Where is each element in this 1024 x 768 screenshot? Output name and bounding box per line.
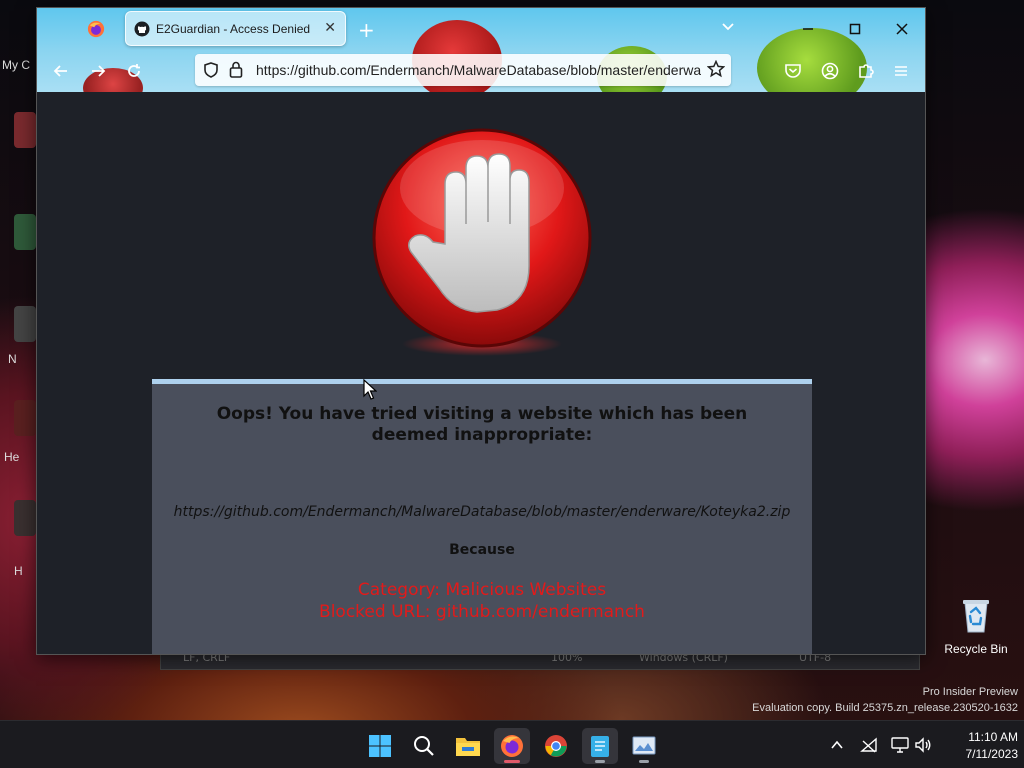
monitor-icon: [891, 737, 909, 753]
close-tab-icon[interactable]: ✕: [324, 20, 336, 36]
recycle-bin[interactable]: Recycle Bin: [940, 596, 1012, 656]
show-hidden-icons-button[interactable]: [828, 736, 846, 754]
firefox-icon: [501, 735, 523, 757]
stop-hand-icon: [372, 128, 592, 356]
chrome-icon: [545, 735, 567, 757]
close-icon: [896, 23, 908, 35]
file-explorer-button[interactable]: [450, 728, 486, 764]
folder-icon: [456, 738, 480, 756]
search-icon: [414, 736, 434, 756]
blocked-url-text: https://github.com/Endermanch/MalwareDat…: [173, 504, 791, 520]
notepad-icon: [591, 736, 609, 757]
browser-window: E2Guardian - Access Denied ✕ + https://g…: [36, 7, 926, 655]
network-status-button[interactable]: [860, 736, 878, 754]
forward-arrow-icon: [92, 65, 106, 77]
notepad-taskbar-button[interactable]: [582, 728, 618, 764]
recycle-bin-label: Recycle Bin: [944, 642, 1008, 656]
clock[interactable]: 11:10 AM 7/11/2023: [940, 729, 1019, 763]
browser-toolbar-area: E2Guardian - Access Denied ✕ + https://g…: [37, 8, 925, 92]
close-window-button[interactable]: [882, 16, 922, 42]
maximize-button[interactable]: [835, 16, 875, 42]
active-indicator: [504, 760, 520, 763]
pocket-button[interactable]: [782, 60, 804, 82]
chrome-taskbar-button[interactable]: [538, 728, 574, 764]
desktop-label: He: [4, 450, 20, 464]
firefox-taskbar-button[interactable]: [494, 728, 530, 764]
url-text[interactable]: https://github.com/Endermanch/MalwareDat…: [256, 62, 701, 78]
display-button[interactable]: [891, 736, 909, 754]
running-indicator: [595, 760, 605, 763]
tab-e2guardian[interactable]: E2Guardian - Access Denied ✕: [125, 11, 346, 46]
block-message: Oops! You have tried visiting a website …: [216, 404, 748, 445]
paint-taskbar-button[interactable]: [626, 728, 662, 764]
extensions-button[interactable]: [855, 60, 877, 82]
running-indicator: [639, 760, 649, 763]
speaker-icon: [915, 737, 931, 753]
watermark-line: Evaluation copy. Build 25375.zn_release.…: [752, 702, 1018, 714]
reload-button[interactable]: [123, 60, 145, 82]
desktop-label: H: [14, 564, 23, 578]
desktop-icon[interactable]: [14, 306, 36, 342]
watermark-line: Pro Insider Preview: [922, 686, 1018, 698]
github-icon: [134, 21, 150, 37]
desktop-label: My C: [2, 58, 30, 72]
back-arrow-icon: [53, 65, 67, 77]
block-page: Oops! You have tried visiting a website …: [37, 92, 925, 654]
address-bar[interactable]: https://github.com/Endermanch/MalwareDat…: [195, 54, 731, 86]
desktop-icon[interactable]: [14, 500, 36, 536]
taskbar: 11:10 AM 7/11/2023: [0, 720, 1024, 768]
minimize-button[interactable]: [788, 16, 828, 42]
pocket-icon: [785, 64, 801, 78]
because-label: Because: [449, 542, 515, 558]
start-button[interactable]: [362, 728, 398, 764]
volume-button[interactable]: [914, 736, 932, 754]
clock-date: 7/11/2023: [965, 747, 1019, 761]
tracking-protection-shield-icon[interactable]: [203, 62, 219, 78]
clock-time: 11:10 AM: [968, 730, 1018, 744]
desktop-icon[interactable]: [14, 400, 36, 436]
block-category: Category: Malicious Websites: [357, 580, 607, 600]
tab-strip: E2Guardian - Access Denied ✕ +: [37, 8, 925, 50]
hamburger-menu-icon: [895, 66, 907, 76]
network-offline-icon: [860, 737, 877, 753]
chevron-up-icon: [831, 740, 843, 749]
back-button[interactable]: [50, 60, 72, 82]
firefox-view-icon[interactable]: [87, 20, 105, 38]
minimize-icon: [803, 28, 813, 30]
recycle-bin-icon: [963, 600, 989, 633]
navigation-bar: https://github.com/Endermanch/MalwareDat…: [37, 50, 925, 92]
message-panel: Oops! You have tried visiting a website …: [152, 379, 812, 654]
lock-icon[interactable]: [229, 61, 243, 78]
reload-icon: [128, 64, 140, 77]
mouse-cursor-icon: [363, 379, 377, 400]
bookmark-star-icon[interactable]: [707, 60, 725, 78]
desktop-label: N: [8, 352, 17, 366]
account-button[interactable]: [819, 60, 841, 82]
block-rule: Blocked URL: github.com/endermanch: [319, 602, 645, 622]
tab-title: E2Guardian - Access Denied: [156, 22, 311, 36]
app-menu-button[interactable]: [890, 60, 912, 82]
forward-button[interactable]: [87, 60, 109, 82]
windows-start-icon: [369, 735, 391, 757]
desktop-icon[interactable]: [14, 214, 36, 250]
search-button[interactable]: [406, 728, 442, 764]
maximize-icon: [849, 23, 861, 35]
list-all-tabs-icon[interactable]: [720, 18, 736, 34]
puzzle-icon: [859, 64, 874, 78]
image-app-icon: [632, 736, 656, 755]
desktop-icon[interactable]: [14, 112, 36, 148]
account-icon: [821, 62, 839, 80]
new-tab-button[interactable]: +: [358, 18, 375, 42]
